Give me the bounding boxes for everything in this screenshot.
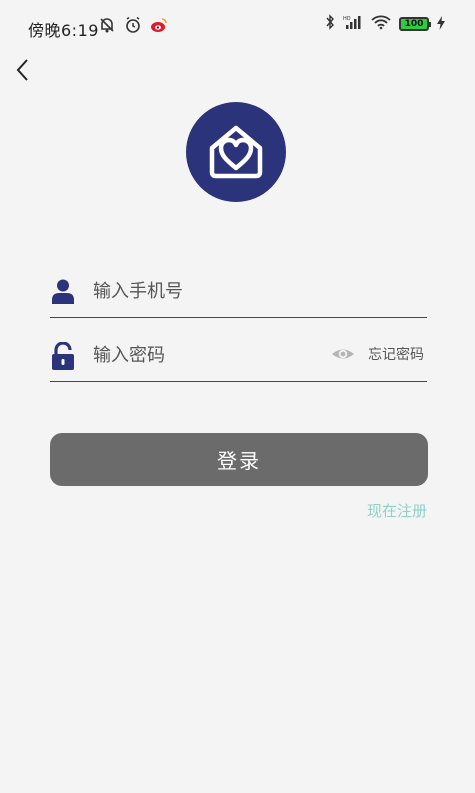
wifi-icon [371,14,391,34]
user-icon [50,278,76,304]
app-logo [186,102,286,202]
bluetooth-icon [325,14,335,34]
alarm-icon [123,15,143,35]
register-link[interactable]: 现在注册 [367,500,427,521]
eye-icon[interactable] [331,342,355,366]
status-bar: 傍晚6:19 HD 100 [0,0,475,52]
phone-input[interactable] [91,270,315,312]
phone-field-group [50,270,427,318]
password-underline [50,380,427,382]
house-heart-logo [209,125,263,179]
password-input[interactable] [91,334,315,376]
charging-icon [437,15,445,34]
signal-icon: HD [343,14,363,34]
login-button[interactable]: 登录 [50,433,428,486]
status-right-icons: HD 100 [325,14,445,34]
weibo-icon [149,15,169,35]
status-time: 傍晚6:19 [28,21,99,40]
back-button[interactable] [12,55,38,85]
lock-icon [50,341,76,370]
phone-underline [50,316,427,318]
battery-indicator: 100 [399,17,431,31]
status-left-icons [97,15,169,35]
notification-off-icon [97,15,117,35]
password-field-group: 忘记密码 [50,334,427,382]
svg-text:HD: HD [343,16,351,22]
chevron-left-icon [16,59,28,81]
forgot-password-link[interactable]: 忘记密码 [368,344,424,364]
